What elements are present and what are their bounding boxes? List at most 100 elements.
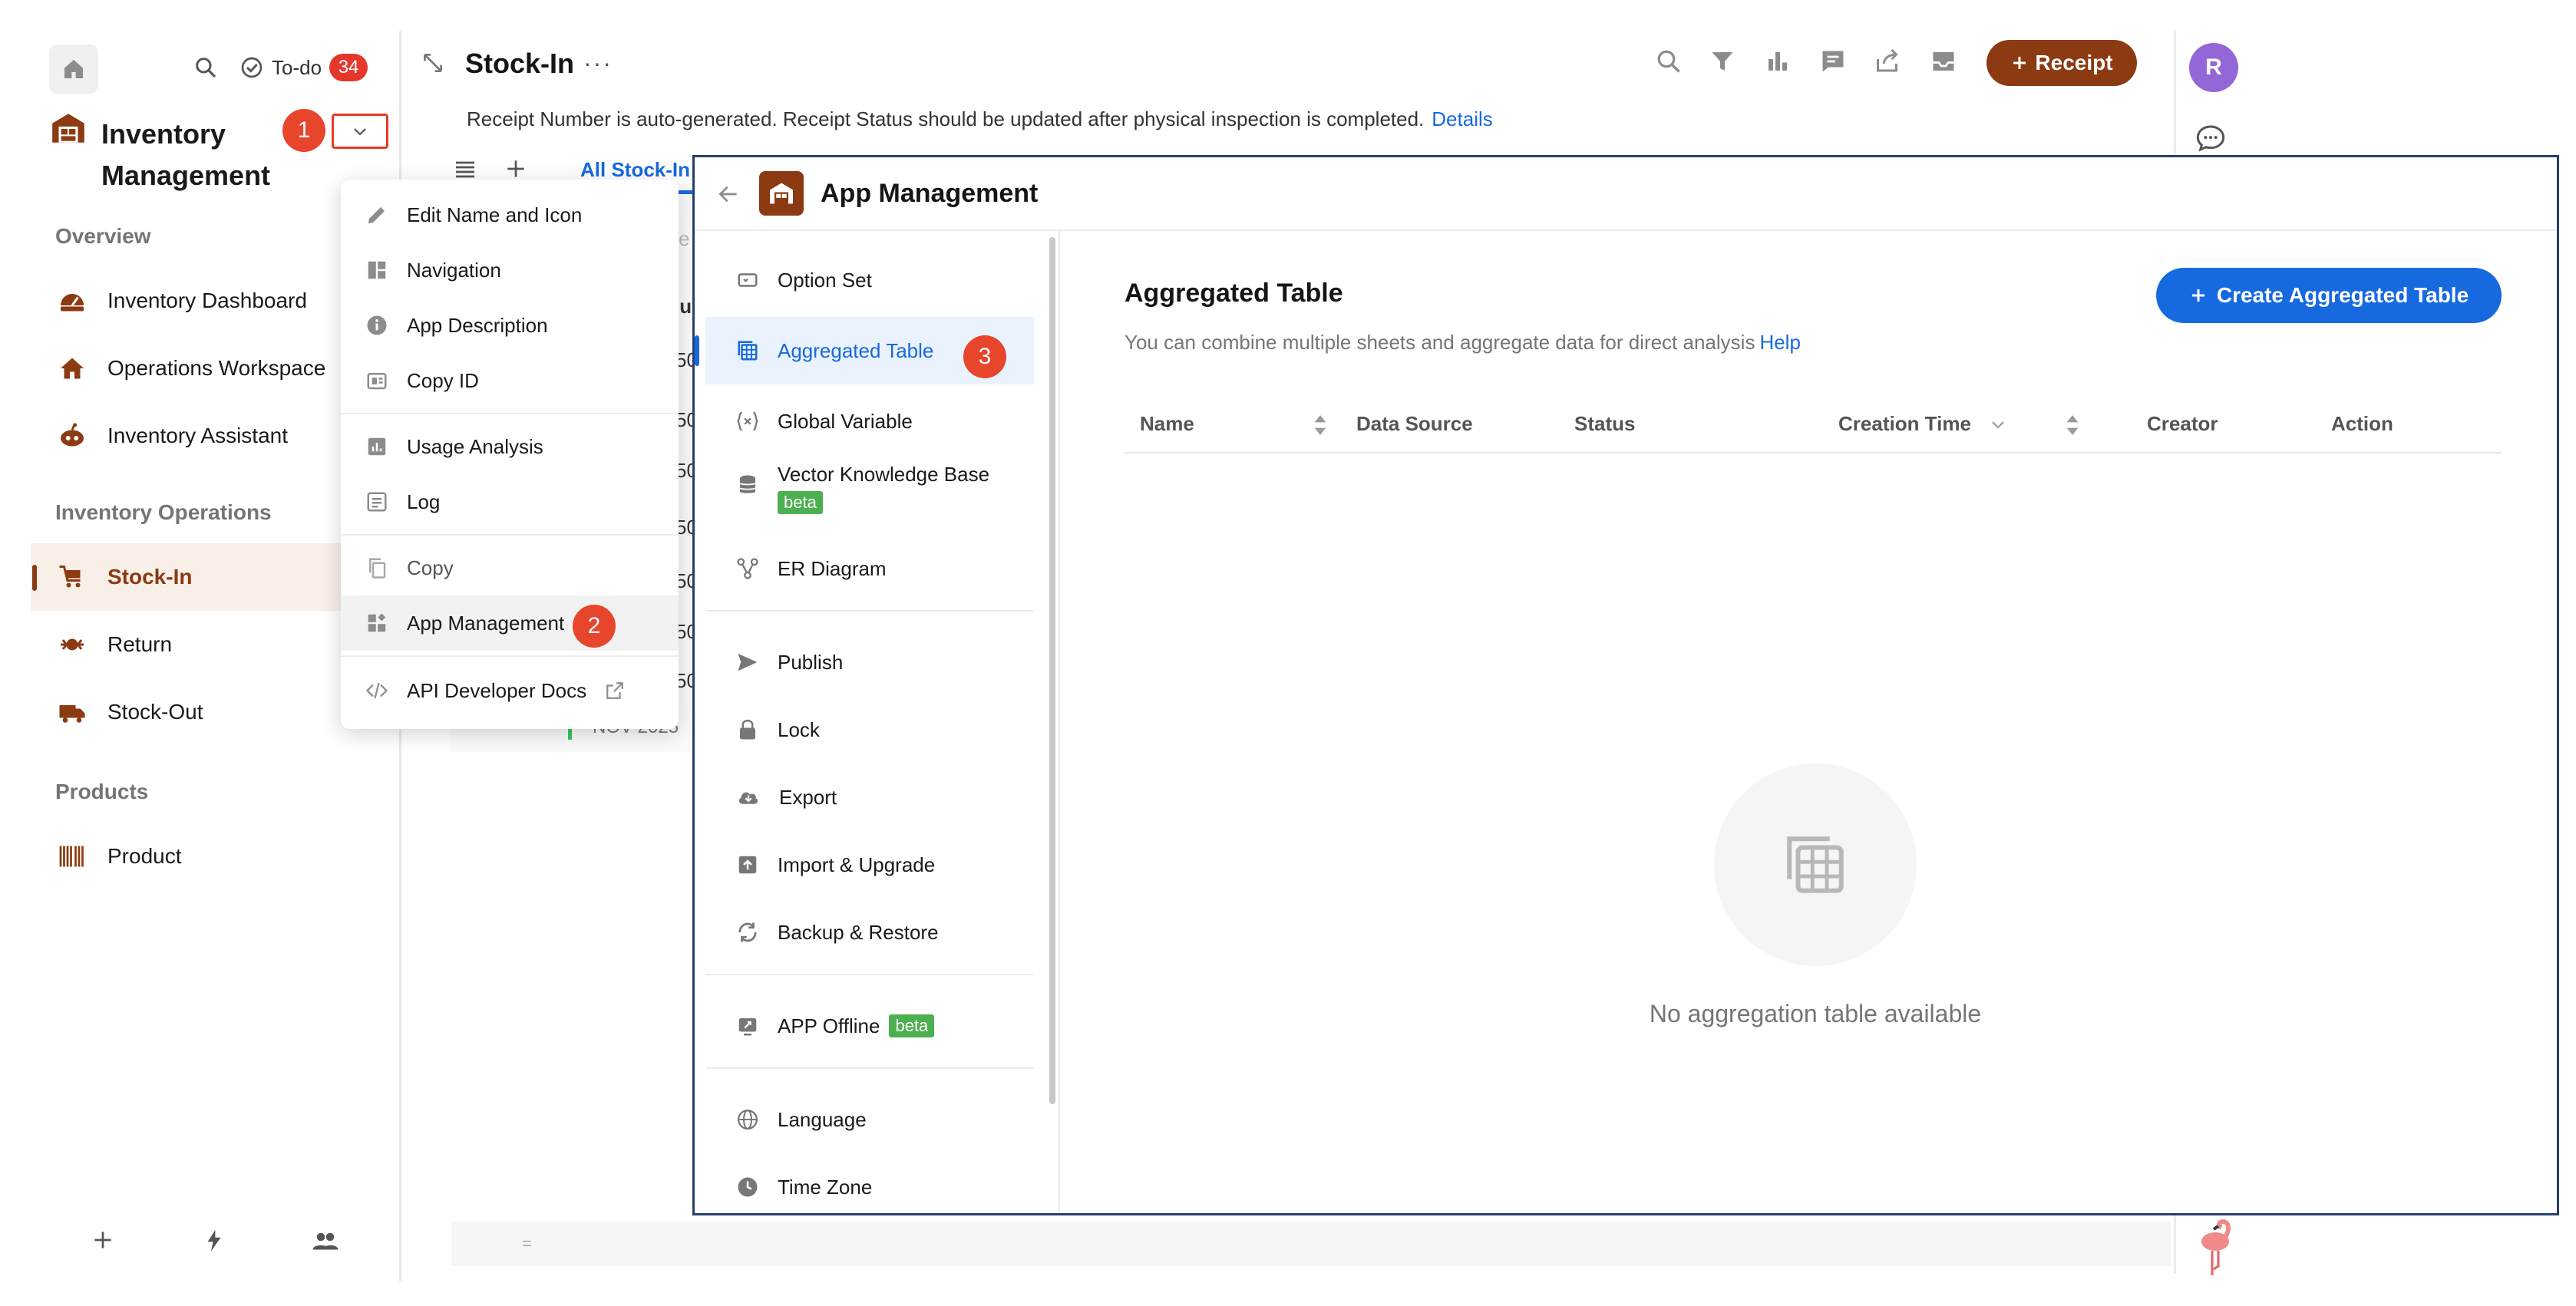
drag-handle-icon[interactable]: =	[522, 1234, 532, 1254]
tab-all-stock-in[interactable]: All Stock-In	[580, 158, 690, 182]
panel-nav-label: Export	[779, 785, 837, 809]
inbox-icon	[1933, 52, 1954, 71]
sidebar-item-label: Stock-Out	[107, 700, 203, 724]
layout-icon	[368, 261, 386, 279]
members-button[interactable]	[312, 1228, 339, 1255]
panel-nav: Option Set Aggregated Table 3 Global Var…	[695, 231, 1060, 1213]
database-icon	[739, 475, 756, 493]
panel-nav-option-set[interactable]: Option Set	[705, 246, 1034, 314]
add-view-button[interactable]	[504, 157, 528, 181]
clock-icon	[738, 1177, 758, 1197]
sort-icon[interactable]	[2064, 414, 2081, 437]
expand-button[interactable]	[421, 51, 445, 75]
menu-item-copy-id[interactable]: Copy ID	[341, 353, 679, 408]
create-aggregated-table-button[interactable]: Create Aggregated Table	[2156, 268, 2502, 323]
apps-icon	[368, 613, 386, 632]
notice-details-link[interactable]: Details	[1432, 107, 1492, 130]
inbox-button[interactable]	[1930, 48, 1957, 75]
search-button[interactable]	[193, 55, 218, 80]
panel-nav-time-zone[interactable]: Time Zone	[705, 1153, 1034, 1221]
column-header-creation-time[interactable]: Creation Time	[1838, 412, 1971, 436]
filter-button[interactable]	[1709, 48, 1736, 75]
variable-icon	[736, 411, 759, 431]
panel-nav-label: Import & Upgrade	[778, 853, 936, 876]
home-button[interactable]	[49, 45, 98, 94]
section-products: Products	[55, 780, 149, 803]
avatar[interactable]: R	[2189, 43, 2238, 92]
lock-icon	[740, 719, 755, 740]
panel-nav-vector-knowledge-base[interactable]: Vector Knowledge Base beta	[705, 455, 1034, 532]
panel-nav-language[interactable]: Language	[705, 1086, 1034, 1153]
er-diagram-icon	[737, 558, 758, 579]
menu-item-edit-name-and-icon[interactable]: Edit Name and Icon	[341, 187, 679, 242]
panel-nav-publish[interactable]: Publish	[705, 628, 1034, 696]
flamingo-mascot-icon[interactable]	[2192, 1217, 2238, 1278]
view-list-button[interactable]	[453, 157, 477, 181]
discussion-button[interactable]	[1819, 48, 1847, 75]
panel-nav-label: Global Variable	[778, 409, 913, 433]
back-button[interactable]	[716, 182, 741, 206]
code-icon	[365, 682, 388, 699]
chat-button[interactable]	[2195, 123, 2226, 153]
automation-button[interactable]	[201, 1228, 227, 1254]
column-header-status: Status	[1574, 412, 1636, 435]
help-link[interactable]: Help	[1759, 331, 1800, 354]
panel-nav-lock[interactable]: Lock	[705, 696, 1034, 763]
search-icon	[196, 58, 216, 78]
main-footer-bar	[451, 1222, 2171, 1266]
magic-wand-icon	[207, 1229, 221, 1252]
sidebar-item-label: Return	[107, 632, 173, 656]
panel-nav-label: Lock	[778, 717, 820, 741]
share-icon	[1877, 48, 1898, 72]
panel-nav-global-variable[interactable]: Global Variable	[705, 388, 1034, 455]
todo-button[interactable]: To-do 34	[239, 52, 368, 83]
menu-item-app-description[interactable]: App Description	[341, 298, 679, 353]
chart-icon	[368, 437, 386, 456]
sort-icon[interactable]	[1312, 414, 1329, 437]
statistics-button[interactable]	[1764, 48, 1792, 75]
panel-nav-scrollbar[interactable]	[1049, 237, 1055, 1104]
section-inventory-operations: Inventory Operations	[55, 500, 272, 524]
robot-icon	[61, 423, 84, 447]
arrow-left-icon	[718, 186, 737, 203]
beta-badge: beta	[889, 1014, 935, 1037]
house-icon	[61, 358, 84, 379]
add-button[interactable]	[91, 1228, 115, 1252]
sidebar-item-label: Inventory Dashboard	[107, 289, 307, 312]
menu-item-api-developer-docs[interactable]: API Developer Docs	[341, 663, 679, 718]
column-header-action: Action	[2331, 412, 2393, 435]
share-button[interactable]	[1874, 48, 1902, 75]
truck-icon	[59, 705, 85, 723]
menu-item-usage-analysis[interactable]: Usage Analysis	[341, 419, 679, 474]
menu-item-log[interactable]: Log	[341, 474, 679, 529]
app-menu-dropdown-button[interactable]	[332, 114, 388, 149]
cloud-download-icon	[738, 792, 758, 804]
panel-nav-aggregated-table[interactable]: Aggregated Table 3	[695, 317, 1034, 384]
panel-nav-export[interactable]: Export	[705, 763, 1034, 831]
add-receipt-button[interactable]: Receipt	[1986, 40, 2137, 86]
panel-nav-separator	[705, 610, 1034, 612]
chevron-down-icon[interactable]	[1989, 415, 2007, 434]
sidebar-item-product[interactable]: Product	[31, 823, 399, 890]
menu-item-copy[interactable]: Copy	[341, 540, 679, 595]
column-header-name: Name	[1140, 412, 1194, 435]
more-options-button[interactable]: ···	[583, 49, 613, 78]
panel-nav-backup-and-restore[interactable]: Backup & Restore	[705, 899, 1034, 966]
notice-banner: Receipt Number is auto-generated. Receip…	[467, 107, 1493, 131]
menu-item-navigation[interactable]: Navigation	[341, 242, 679, 298]
sidebar-item-label: Operations Workspace	[107, 356, 326, 380]
panel-nav-app-offline[interactable]: APP Offline beta	[705, 992, 1034, 1060]
option-set-icon	[738, 273, 758, 287]
menu-item-label: Navigation	[407, 258, 501, 282]
description-text: You can combine multiple sheets and aggr…	[1125, 331, 1755, 354]
panel-nav-import-and-upgrade[interactable]: Import & Upgrade	[705, 831, 1034, 899]
globe-icon	[738, 1110, 758, 1130]
external-link-icon	[606, 682, 623, 699]
search-button[interactable]	[1655, 48, 1683, 75]
menu-item-app-management[interactable]: App Management	[341, 595, 679, 651]
return-icon	[61, 638, 84, 651]
panel-nav-er-diagram[interactable]: ER Diagram	[705, 535, 1034, 602]
column-header-creator: Creator	[2147, 412, 2218, 435]
create-button-label: Create Aggregated Table	[2216, 283, 2469, 307]
app-context-menu: Edit Name and Icon Navigation App Descri…	[341, 180, 679, 729]
